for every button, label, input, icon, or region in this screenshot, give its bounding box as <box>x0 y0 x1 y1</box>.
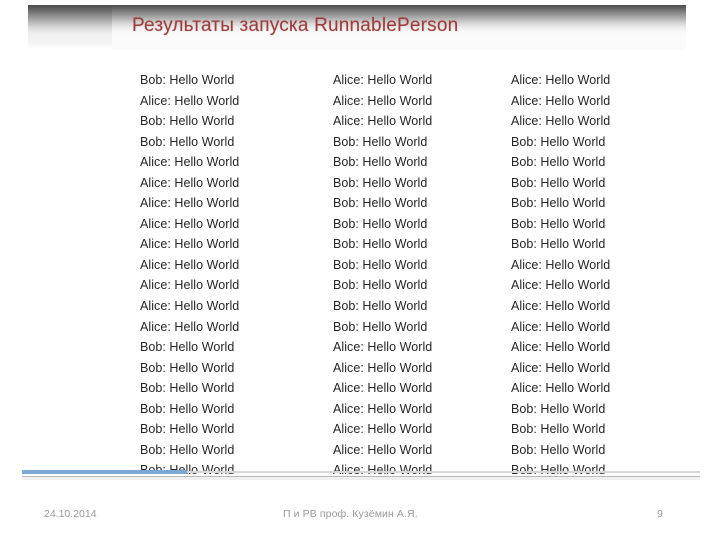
console-line: Bob: Hello World <box>511 422 606 437</box>
console-line: Alice: Hello World <box>511 340 611 355</box>
console-line: Bob: Hello World <box>511 134 606 149</box>
console-column-1: Bob: Hello World Alice: Hello World Bob: H… <box>140 70 315 478</box>
console-line: Bob: Hello World <box>511 175 606 190</box>
slide-footer: 24.10.2014 П и РВ проф. Кузёмин А.Я. 9 <box>0 505 720 527</box>
console-line: Bob: Hello World <box>333 196 428 211</box>
console-line: Alice: Hello World <box>140 299 240 314</box>
console-line: Alice: Hello World <box>140 216 240 231</box>
console-line: Bob: Hello World <box>140 401 235 416</box>
console-line: Bob: Hello World <box>333 175 428 190</box>
horizontal-scrollbar-track[interactable] <box>22 476 700 480</box>
console-line: Bob: Hello World <box>140 422 235 437</box>
console-line: Bob: Hello World <box>511 155 606 170</box>
console-line: Alice: Hello World <box>140 196 240 211</box>
console-line: Bob: Hello World <box>511 216 606 231</box>
console-line: Alice: Hello World <box>511 73 611 87</box>
console-line: Bob: Hello World <box>333 257 428 272</box>
console-line: Bob: Hello World <box>333 216 428 231</box>
console-line: Bob: Hello World <box>333 155 428 170</box>
console-line: Alice: Hello World <box>140 319 240 334</box>
console-line: Alice: Hello World <box>511 299 611 314</box>
console-line: Alice: Hello World <box>333 442 433 457</box>
console-line: Alice: Hello World <box>511 257 611 272</box>
console-line: Alice: Hello World <box>333 73 433 87</box>
horizontal-scrollbar-remainder[interactable] <box>187 471 700 473</box>
console-line: Alice: Hello World <box>333 422 433 437</box>
console-line: Alice: Hello World <box>140 93 240 108</box>
console-line: Bob: Hello World <box>140 134 235 149</box>
console-column-2: Alice: Hello World Alice: Hello World Alic… <box>315 70 487 478</box>
console-line: Bob: Hello World <box>333 237 428 252</box>
console-line: Alice: Hello World <box>333 340 433 355</box>
console-line: Bob: Hello World <box>511 442 606 457</box>
console-line: Alice: Hello World <box>511 278 611 293</box>
console-line: Alice: Hello World <box>140 257 240 272</box>
console-line: Alice: Hello World <box>511 93 611 108</box>
console-line: Bob: Hello World <box>511 196 606 211</box>
presentation-slide: Результаты запуска RunnablePerson Bob: H… <box>0 0 720 540</box>
console-line: Alice: Hello World <box>333 360 433 375</box>
console-columns: Bob: Hello World Alice: Hello World Bob: H… <box>140 70 700 478</box>
console-line: Bob: Hello World <box>140 381 235 396</box>
page-title: Результаты запуска RunnablePerson <box>132 15 459 36</box>
horizontal-scrollbar-thumb[interactable] <box>22 470 187 474</box>
console-output-region: Bob: Hello World Alice: Hello World Bob: H… <box>140 70 700 478</box>
console-column-3: Alice: Hello World Alice: Hello World Alic… <box>487 70 700 478</box>
console-line: Bob: Hello World <box>333 134 428 149</box>
console-line: Alice: Hello World <box>140 175 240 190</box>
footer-date: 24.10.2014 <box>44 508 97 520</box>
console-line: Alice: Hello World <box>140 278 240 293</box>
console-line: Alice: Hello World <box>333 93 433 108</box>
console-line: Bob: Hello World <box>140 114 235 129</box>
footer-course-author: П и РВ проф. Кузёмин А.Я. <box>283 508 418 520</box>
console-line: Alice: Hello World <box>140 237 240 252</box>
console-line: Bob: Hello World <box>140 442 235 457</box>
console-line: Alice: Hello World <box>511 114 611 129</box>
console-line: Bob: Hello World <box>511 401 606 416</box>
console-line: Bob: Hello World <box>140 340 235 355</box>
console-line: Alice: Hello World <box>511 319 611 334</box>
console-line: Bob: Hello World <box>140 360 235 375</box>
console-line: Bob: Hello World <box>333 319 428 334</box>
console-line: Alice: Hello World <box>333 381 433 396</box>
footer-page-number: 9 <box>657 508 663 520</box>
console-line: Alice: Hello World <box>140 155 240 170</box>
console-line: Bob: Hello World <box>333 299 428 314</box>
console-line: Bob: Hello World <box>140 73 235 87</box>
console-line: Bob: Hello World <box>333 278 428 293</box>
console-line: Alice: Hello World <box>511 360 611 375</box>
console-line: Bob: Hello World <box>511 237 606 252</box>
console-line: Alice: Hello World <box>333 401 433 416</box>
console-line: Alice: Hello World <box>333 114 433 129</box>
console-line: Alice: Hello World <box>511 381 611 396</box>
